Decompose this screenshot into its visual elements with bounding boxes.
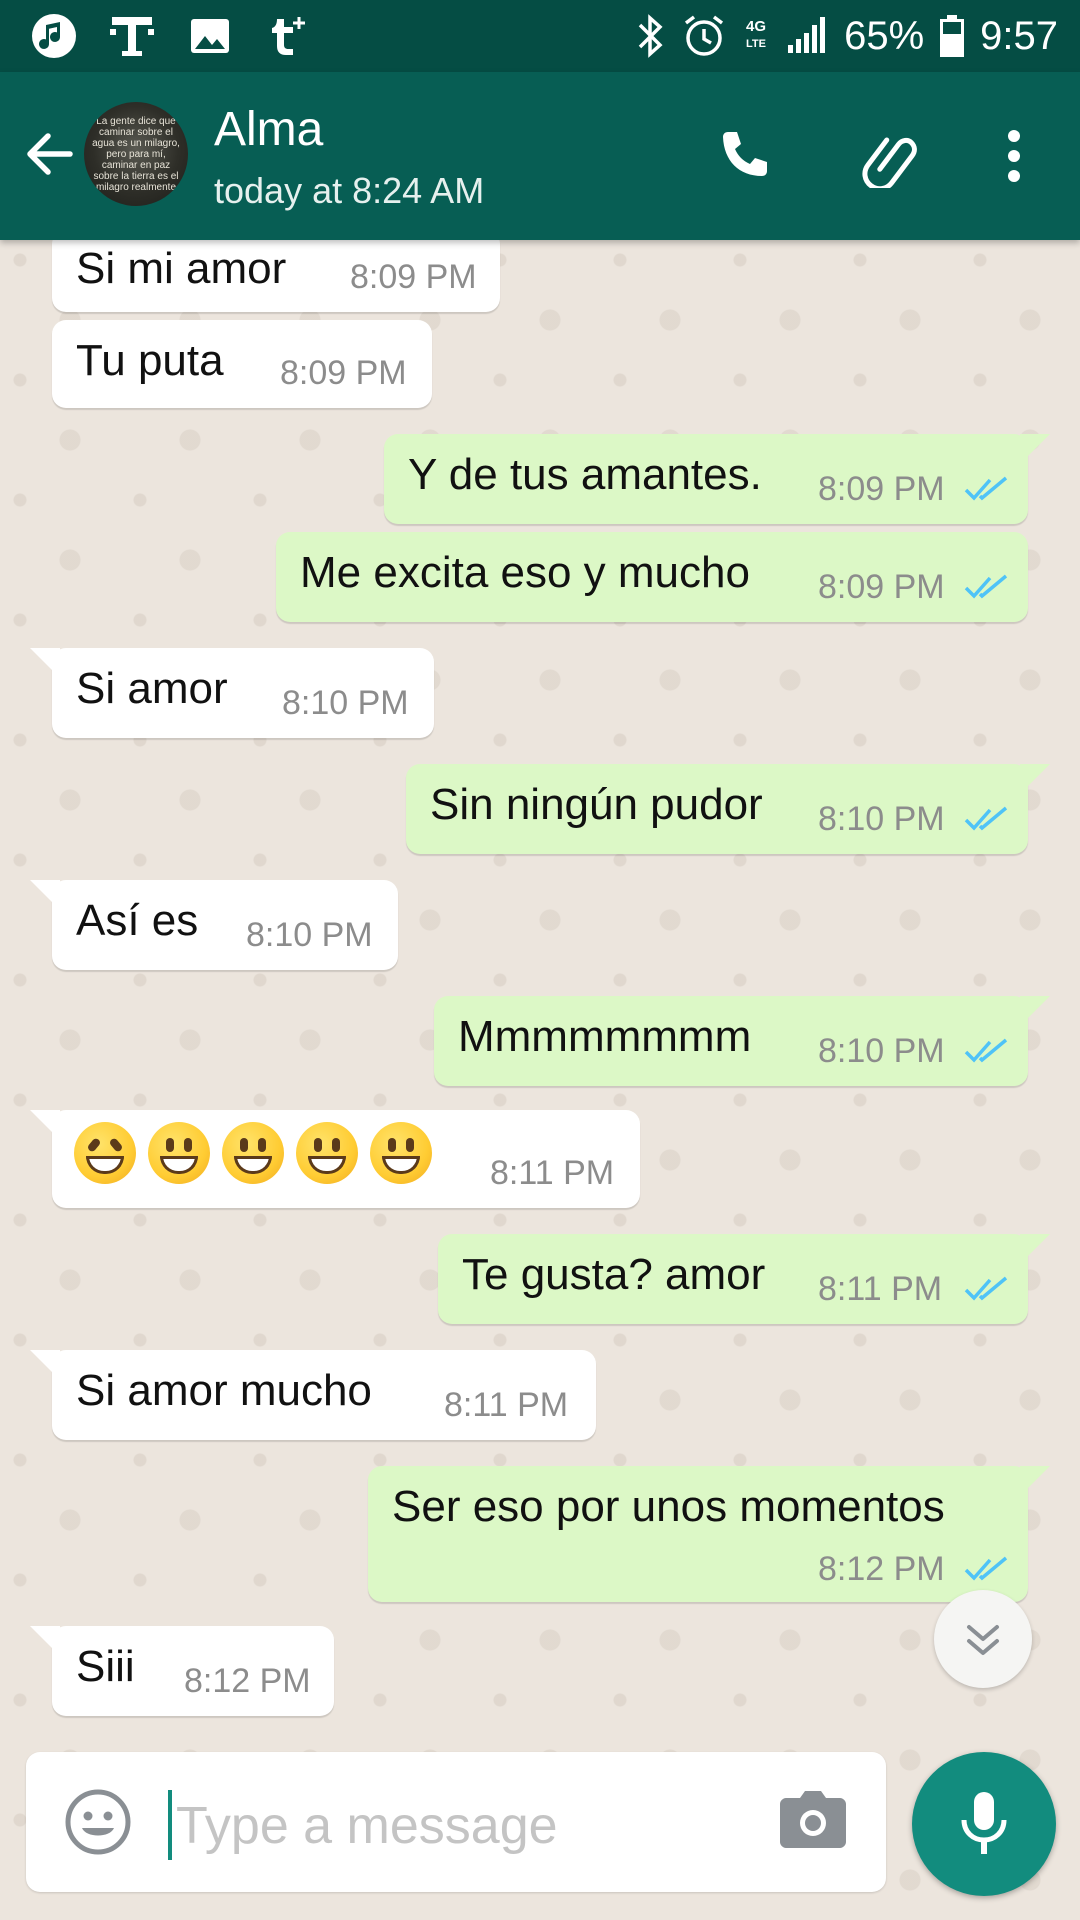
message-time: 8:11 PM bbox=[818, 1270, 943, 1308]
signal-icon bbox=[788, 17, 826, 53]
message-outgoing[interactable]: Sin ningún pudor 8:10 PM bbox=[406, 764, 1050, 854]
message-text: Así es bbox=[76, 896, 199, 945]
message-text: Ser eso por unos momentos bbox=[392, 1482, 945, 1531]
avatar[interactable]: La gente dice que caminar sobre el agua … bbox=[84, 102, 188, 206]
emoji-icon[interactable] bbox=[62, 1786, 134, 1858]
message-incoming[interactable]: Si amor 8:10 PM bbox=[30, 648, 434, 738]
battery-percent: 65% bbox=[844, 13, 925, 58]
alarm-icon bbox=[685, 15, 724, 56]
message-time: 8:09 PM bbox=[280, 354, 407, 392]
grinning-squint-emoji-icon bbox=[148, 1122, 210, 1184]
network-4g-icon: 4G LTE bbox=[746, 18, 766, 50]
scroll-to-bottom-button[interactable] bbox=[934, 1590, 1032, 1688]
message-text: Te gusta? amor bbox=[462, 1250, 766, 1299]
message-time: 8:10 PM bbox=[818, 800, 945, 838]
message-time: 8:10 PM bbox=[818, 1032, 945, 1070]
tumblr-icon bbox=[262, 10, 314, 62]
message-outgoing[interactable]: Y de tus amantes. 8:09 PM bbox=[384, 434, 1050, 524]
message-time: 8:09 PM bbox=[818, 568, 945, 606]
more-options-icon[interactable] bbox=[980, 122, 1048, 190]
text-cursor bbox=[168, 1790, 172, 1860]
message-text: Me excita eso y mucho bbox=[300, 548, 750, 597]
bluetooth-icon bbox=[638, 14, 663, 58]
message-time: 8:11 PM bbox=[490, 1154, 615, 1192]
read-ticks-icon bbox=[964, 806, 1008, 831]
message-text: Tu puta bbox=[76, 336, 224, 385]
camera-icon[interactable] bbox=[778, 1790, 848, 1852]
message-text: Si mi amor bbox=[76, 244, 287, 293]
message-text: Si amor mucho bbox=[76, 1366, 372, 1415]
music-notification-icon bbox=[28, 10, 80, 62]
message-incoming[interactable]: Siii 8:12 PM bbox=[30, 1626, 334, 1716]
message-text: Mmmmmmmm bbox=[458, 1012, 752, 1061]
t-mobile-icon bbox=[106, 10, 158, 62]
message-time: 8:10 PM bbox=[246, 916, 373, 954]
message-input[interactable]: Type a message bbox=[176, 1796, 558, 1856]
voice-record-button[interactable] bbox=[912, 1752, 1056, 1896]
read-ticks-icon bbox=[964, 574, 1008, 599]
notification-icons bbox=[28, 10, 314, 62]
message-outgoing[interactable]: Mmmmmmmm 8:10 PM bbox=[434, 996, 1050, 1086]
chat-header: La gente dice que caminar sobre el agua … bbox=[0, 72, 1080, 240]
call-icon[interactable] bbox=[710, 122, 778, 190]
message-outgoing[interactable]: Ser eso por unos momentos 8:12 PM bbox=[368, 1466, 1050, 1602]
read-ticks-icon bbox=[964, 1038, 1008, 1063]
message-time: 8:11 PM bbox=[444, 1386, 569, 1424]
message-text: Si amor bbox=[76, 664, 228, 713]
smiley-emoji-icon bbox=[296, 1122, 358, 1184]
message-outgoing[interactable]: Me excita eso y mucho 8:09 PM bbox=[276, 532, 1028, 622]
message-incoming[interactable]: 8:11 PM bbox=[30, 1110, 640, 1208]
message-time: 8:10 PM bbox=[282, 684, 409, 722]
message-incoming[interactable]: Si amor mucho 8:11 PM bbox=[30, 1350, 596, 1440]
message-incoming[interactable]: Así es 8:10 PM bbox=[30, 880, 398, 970]
message-time: 8:09 PM bbox=[818, 470, 945, 508]
last-seen-status: today at 8:24 AM bbox=[214, 170, 485, 211]
avatar-quote: La gente dice que caminar sobre el agua … bbox=[92, 115, 180, 193]
message-outgoing[interactable]: Te gusta? amor 8:11 PM bbox=[438, 1234, 1050, 1324]
read-ticks-icon bbox=[964, 1556, 1008, 1581]
message-incoming[interactable]: Tu puta 8:09 PM bbox=[52, 320, 432, 408]
emoji-sequence bbox=[74, 1122, 432, 1184]
message-composer: Type a message bbox=[26, 1752, 886, 1892]
svg-text:LTE: LTE bbox=[746, 38, 766, 50]
system-status: 4G LTE 65% 9:57 bbox=[632, 8, 1058, 64]
read-ticks-icon bbox=[964, 476, 1008, 501]
contact-name[interactable]: Alma bbox=[214, 102, 323, 157]
grinning-squint-emoji-icon bbox=[222, 1122, 284, 1184]
message-text: Siii bbox=[76, 1642, 135, 1691]
attach-icon[interactable] bbox=[854, 122, 922, 190]
message-time: 8:09 PM bbox=[350, 258, 477, 296]
image-icon bbox=[184, 10, 236, 62]
double-chevron-down-icon bbox=[967, 1625, 999, 1655]
grinning-emoji-icon bbox=[370, 1122, 432, 1184]
battery-icon bbox=[940, 15, 965, 57]
message-text: Sin ningún pudor bbox=[430, 780, 763, 829]
chat-area[interactable]: Si mi amor 8:09 PM Tu puta 8:09 PM Y de … bbox=[0, 230, 1080, 1920]
message-time: 8:12 PM bbox=[184, 1662, 311, 1700]
clock: 9:57 bbox=[980, 13, 1058, 58]
back-arrow-icon[interactable] bbox=[18, 122, 82, 186]
status-bar: 4G LTE 65% 9:57 bbox=[0, 0, 1080, 72]
read-ticks-icon bbox=[964, 1276, 1008, 1301]
message-time: 8:12 PM bbox=[818, 1550, 945, 1588]
message-incoming[interactable]: Si mi amor 8:09 PM bbox=[52, 230, 500, 312]
microphone-icon bbox=[961, 1792, 1007, 1854]
message-text: Y de tus amantes. bbox=[408, 450, 762, 499]
svg-text:4G: 4G bbox=[746, 18, 766, 35]
laughing-emoji-icon bbox=[74, 1122, 136, 1184]
